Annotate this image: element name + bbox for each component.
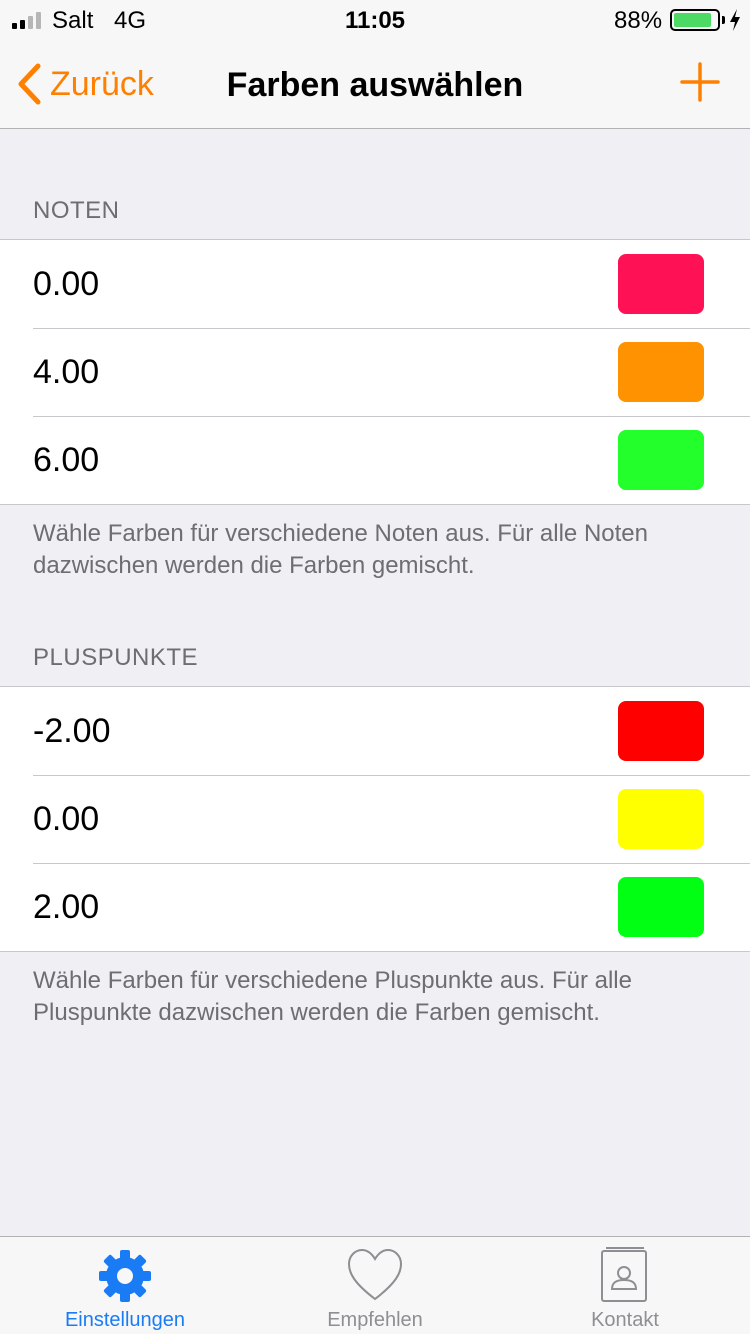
color-swatch[interactable] bbox=[618, 877, 704, 937]
heart-icon bbox=[347, 1248, 403, 1301]
color-swatch[interactable] bbox=[618, 254, 704, 314]
tab-empfehlen[interactable]: Empfehlen bbox=[250, 1237, 500, 1334]
color-swatch[interactable] bbox=[618, 342, 704, 402]
section-header-noten: NOTEN bbox=[33, 197, 120, 224]
tab-bar: Einstellungen Empfehlen Kontakt bbox=[0, 1236, 750, 1334]
gear-icon bbox=[99, 1250, 151, 1302]
color-swatch[interactable] bbox=[618, 430, 704, 490]
pluspunkte-value: -2.00 bbox=[33, 711, 111, 750]
pluspunkte-row[interactable]: -2.00 bbox=[0, 687, 750, 775]
tab-label: Empfehlen bbox=[327, 1309, 423, 1331]
tab-einstellungen[interactable]: Einstellungen bbox=[0, 1237, 250, 1334]
noten-value: 4.00 bbox=[33, 352, 100, 391]
battery-icon bbox=[670, 9, 720, 31]
pluspunkte-footer-text: Wähle Farben für verschiedene Pluspunkte… bbox=[33, 967, 632, 1026]
add-icon[interactable] bbox=[678, 60, 722, 104]
page-title: Farben auswählen bbox=[226, 66, 524, 104]
noten-row[interactable]: 0.00 bbox=[0, 240, 750, 328]
section-header-pluspunkte: PLUSPUNKTE bbox=[33, 644, 199, 671]
noten-value: 6.00 bbox=[33, 440, 100, 479]
pluspunkte-color-list: -2.00 0.00 2.00 bbox=[0, 686, 750, 952]
charging-bolt-icon bbox=[730, 9, 740, 31]
color-swatch[interactable] bbox=[618, 701, 704, 761]
tab-label: Einstellungen bbox=[64, 1309, 186, 1331]
noten-color-list: 0.00 4.00 6.00 bbox=[0, 239, 750, 505]
screen: Salt 4G 11:05 88% Zurück Farben auswähle… bbox=[0, 0, 750, 1334]
tab-label: Kontakt bbox=[591, 1309, 659, 1331]
battery-tip bbox=[722, 16, 725, 24]
noten-footer-text: Wähle Farben für verschiedene Noten aus.… bbox=[33, 520, 648, 579]
noten-row[interactable]: 4.00 bbox=[0, 328, 750, 416]
color-swatch[interactable] bbox=[618, 789, 704, 849]
contact-card-icon bbox=[601, 1247, 647, 1302]
status-bar: Salt 4G 11:05 88% bbox=[0, 0, 750, 40]
pluspunkte-value: 0.00 bbox=[33, 799, 100, 838]
pluspunkte-row[interactable]: 0.00 bbox=[0, 775, 750, 863]
noten-row[interactable]: 6.00 bbox=[0, 416, 750, 504]
navigation-bar: Zurück Farben auswählen bbox=[0, 40, 750, 129]
tab-kontakt[interactable]: Kontakt bbox=[500, 1237, 750, 1334]
pluspunkte-row[interactable]: 2.00 bbox=[0, 863, 750, 951]
battery-percent: 88% bbox=[614, 7, 663, 34]
pluspunkte-value: 2.00 bbox=[33, 887, 100, 926]
noten-value: 0.00 bbox=[33, 264, 100, 303]
